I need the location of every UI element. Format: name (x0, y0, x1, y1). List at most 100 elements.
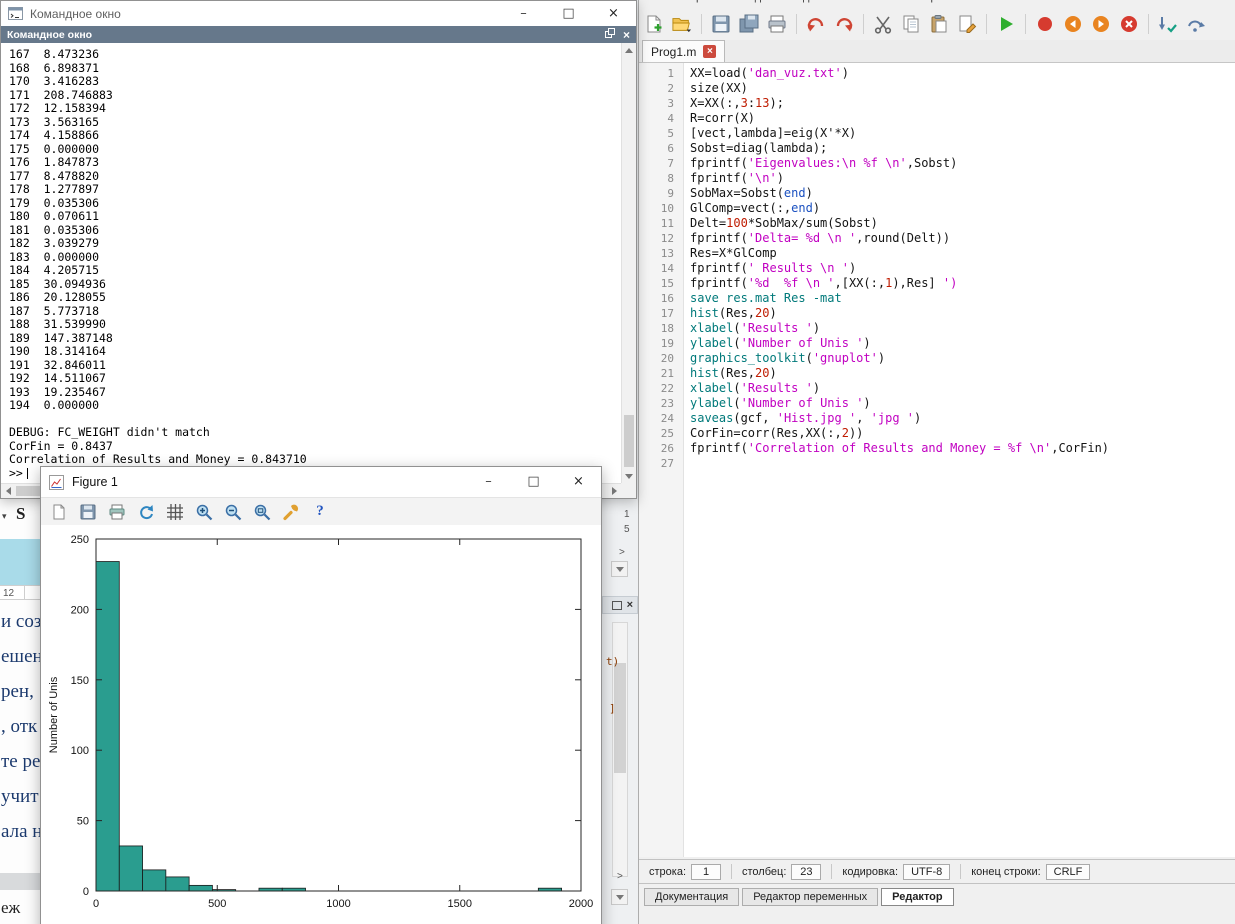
menu-help[interactable]: Справка (917, 0, 960, 3)
code-editor[interactable]: 1XX=load('dan_vuz.txt')2size(XX)3X=XX(:,… (639, 63, 1235, 857)
step-button[interactable] (1157, 13, 1179, 35)
code-line: 5[vect,lambda]=eig(X'*X) (639, 126, 1235, 141)
code-line: 9SobMax=Sobst(end) (639, 186, 1235, 201)
redo-button[interactable] (833, 13, 855, 35)
dock-header-title: Командное окно (7, 29, 92, 41)
menu-debug[interactable]: Отладка (777, 0, 820, 3)
status-divider (960, 864, 961, 879)
menu-view[interactable]: Вид (741, 0, 761, 3)
menu-file[interactable]: Файл (645, 0, 672, 3)
close-icon[interactable]: × (627, 600, 633, 611)
save-all-button[interactable] (738, 13, 760, 35)
up-arrow-icon (625, 48, 633, 53)
code-line: 20graphics_toolkit('gnuplot') (639, 351, 1235, 366)
zoom-out-button[interactable] (223, 502, 243, 522)
menu-run[interactable]: Выполнение (837, 0, 901, 3)
copy-button[interactable] (900, 13, 922, 35)
line-number: 6 (639, 141, 683, 156)
panel-header-fragment: × (602, 596, 638, 614)
status-eol-label: конец строки: (971, 866, 1040, 878)
tab-prog1[interactable]: Prog1.m × (642, 40, 725, 62)
toolbar-separator (986, 14, 987, 34)
close-icon[interactable]: × (623, 29, 630, 41)
save-figure-button[interactable] (78, 502, 98, 522)
new-figure-button[interactable] (49, 502, 69, 522)
command-window-icon (8, 6, 23, 21)
y-tick-label: 150 (71, 675, 89, 687)
code-line: 6Sobst=diag(lambda); (639, 141, 1235, 156)
toggle-breakpoint-button[interactable] (1034, 13, 1056, 35)
minimize-button[interactable]: – (501, 1, 546, 26)
line-number: 7 (639, 156, 683, 171)
step-out-button[interactable] (1185, 13, 1207, 35)
tab-documentation[interactable]: Документация (644, 888, 739, 906)
scroll-right-button[interactable] (607, 484, 621, 498)
scroll-down-button[interactable] (622, 469, 636, 483)
line-number: 8 (639, 171, 683, 186)
line-number: 22 (639, 381, 683, 396)
undock-icon[interactable] (605, 28, 615, 41)
status-encoding-value[interactable]: UTF-8 (903, 864, 950, 880)
command-window: Командное окно – □ × Командное окно × 16… (0, 0, 637, 499)
main-toolbar (639, 7, 1235, 40)
run-button[interactable] (995, 13, 1017, 35)
code-text: SobMax=Sobst(end) (690, 186, 813, 201)
strip-fragment: 5 (624, 524, 630, 535)
refresh-button[interactable] (136, 502, 156, 522)
line-number: 10 (639, 201, 683, 216)
grid-button[interactable] (165, 502, 185, 522)
document-text-fragment: учит (1, 786, 39, 808)
document-divider (0, 873, 40, 890)
previous-breakpoint-button[interactable] (1062, 13, 1084, 35)
menu-bar[interactable]: Файл Правка Вид Отладка Выполнение Справ… (639, 0, 1235, 7)
remove-breakpoints-button[interactable] (1118, 13, 1140, 35)
code-text: hist(Res,20) (690, 306, 777, 321)
close-button[interactable]: × (591, 1, 636, 26)
tab-variable-editor[interactable]: Редактор переменных (742, 888, 878, 906)
y-tick-label: 0 (83, 886, 89, 898)
print-button[interactable] (766, 13, 788, 35)
vertical-scrollbar[interactable] (621, 43, 636, 483)
x-tick-label: 500 (208, 898, 226, 910)
command-window-titlebar[interactable]: Командное окно – □ × (1, 1, 636, 26)
print-figure-button[interactable] (107, 502, 127, 522)
menu-edit[interactable]: Правка (688, 0, 725, 3)
scroll-down-button[interactable] (611, 561, 628, 577)
undo-button[interactable] (805, 13, 827, 35)
scroll-left-button[interactable] (1, 484, 15, 498)
scroll-up-button[interactable] (622, 43, 636, 57)
zoom-in-button[interactable] (194, 502, 214, 522)
dock-icon[interactable] (612, 601, 622, 610)
open-file-button[interactable] (671, 13, 693, 35)
window-controls: – □ × (466, 467, 601, 497)
figure-titlebar[interactable]: Figure 1 – □ × (41, 467, 601, 497)
paste-button[interactable] (928, 13, 950, 35)
text-cursor (27, 468, 28, 479)
tab-close-icon[interactable]: × (703, 45, 716, 58)
help-button[interactable]: ? (310, 502, 330, 522)
maximize-button[interactable]: □ (511, 467, 556, 497)
scroll-down-button[interactable] (611, 889, 628, 905)
maximize-button[interactable]: □ (546, 1, 591, 26)
scrollbar-thumb[interactable] (624, 415, 634, 467)
cut-button[interactable] (872, 13, 894, 35)
minimize-button[interactable]: – (466, 467, 511, 497)
scrollbar-thumb[interactable] (614, 663, 626, 773)
code-text: fprintf('%d %f \n ',[XX(:,1),Res] ') (690, 276, 957, 291)
command-window-dock-header[interactable]: Командное окно × (1, 26, 636, 43)
zoom-fit-button[interactable] (252, 502, 272, 522)
status-eol-value[interactable]: CRLF (1046, 864, 1091, 880)
strip-fragment: > (619, 547, 625, 558)
figure-canvas[interactable]: 0500100015002000050100150200250Number of… (41, 525, 601, 924)
line-number: 17 (639, 306, 683, 321)
find-replace-button[interactable] (956, 13, 978, 35)
tools-button[interactable] (281, 502, 301, 522)
next-breakpoint-button[interactable] (1090, 13, 1112, 35)
command-output[interactable]: 167 8.473236 168 6.898371 170 3.416283 1… (1, 43, 621, 483)
code-line: 2size(XX) (639, 81, 1235, 96)
strip-fragment: 1 (624, 509, 630, 520)
tab-editor[interactable]: Редактор (881, 888, 953, 906)
save-button[interactable] (710, 13, 732, 35)
new-script-button[interactable] (643, 13, 665, 35)
close-button[interactable]: × (556, 467, 601, 497)
